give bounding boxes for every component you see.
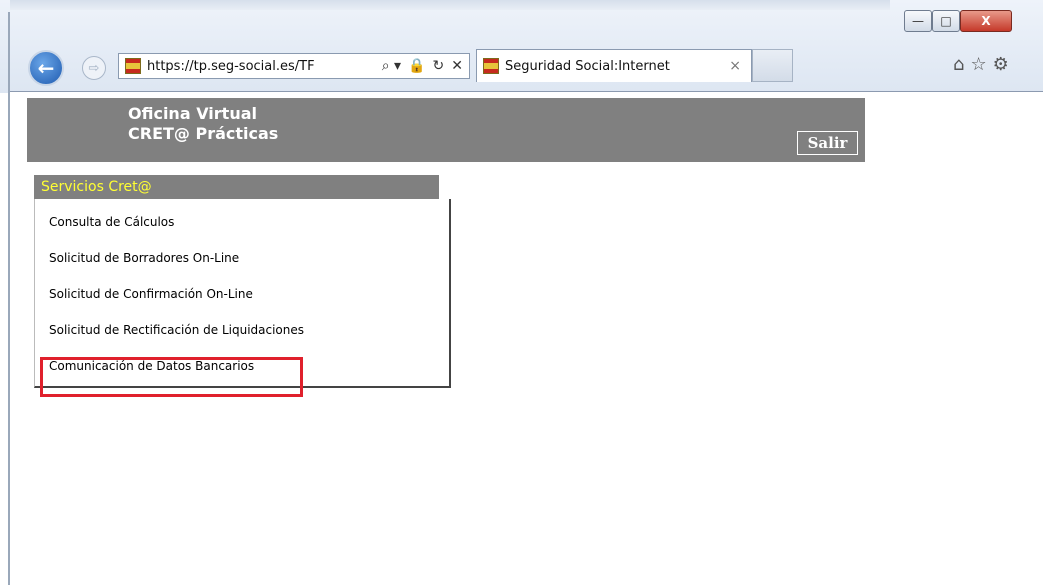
menu-item-solicitud-rectificacion[interactable]: Solicitud de Rectificación de Liquidacio… [49,323,304,337]
tab-favicon-icon [483,58,499,74]
browser-chrome: — □ X ← ⇨ https://tp.seg-social.es/TF ⌕ … [0,0,1043,93]
title-bar [10,0,890,10]
tab-seguridad-social[interactable]: Seguridad Social:Internet × [476,49,752,82]
close-window-button[interactable]: X [960,10,1012,32]
maximize-button[interactable]: □ [932,10,960,32]
site-header: Oficina Virtual CRET@ Prácticas Salir [27,98,865,162]
menu-item-solicitud-borradores[interactable]: Solicitud de Borradores On-Line [49,251,239,265]
tab-close-icon[interactable]: × [729,58,751,74]
minimize-button[interactable]: — [904,10,932,32]
site-favicon-icon [125,58,141,74]
header-title: Oficina Virtual CRET@ Prácticas [128,104,278,144]
page-content: Oficina Virtual CRET@ Prácticas Salir Se… [10,92,1043,585]
favorites-star-icon[interactable]: ☆ [970,54,986,75]
menu-header: Servicios Cret@ [34,175,439,199]
forward-arrow-icon: ⇨ [88,60,100,76]
tab-title: Seguridad Social:Internet [505,58,670,74]
forward-button[interactable]: ⇨ [82,56,106,80]
home-icon[interactable]: ⌂ [953,54,964,75]
search-dropdown-icon[interactable]: ⌕ ▾ [382,58,401,74]
highlight-box [40,357,303,397]
address-url[interactable]: https://tp.seg-social.es/TF [147,59,382,74]
new-tab-button[interactable] [752,49,793,82]
salir-button[interactable]: Salir [797,131,858,155]
back-button[interactable]: ← [28,50,64,86]
back-arrow-icon: ← [37,56,55,80]
header-title-line1: Oficina Virtual [128,104,257,123]
stop-icon[interactable]: ✕ [451,58,463,74]
address-bar[interactable]: https://tp.seg-social.es/TF ⌕ ▾ 🔒 ↻ ✕ [118,53,470,79]
lock-icon[interactable]: 🔒 [408,58,425,74]
menu-item-solicitud-confirmacion[interactable]: Solicitud de Confirmación On-Line [49,287,253,301]
header-title-line2: CRET@ Prácticas [128,124,279,143]
refresh-icon[interactable]: ↻ [433,58,445,74]
menu-item-consulta-calculos[interactable]: Consulta de Cálculos [49,215,174,229]
gear-icon[interactable]: ⚙ [993,54,1009,75]
